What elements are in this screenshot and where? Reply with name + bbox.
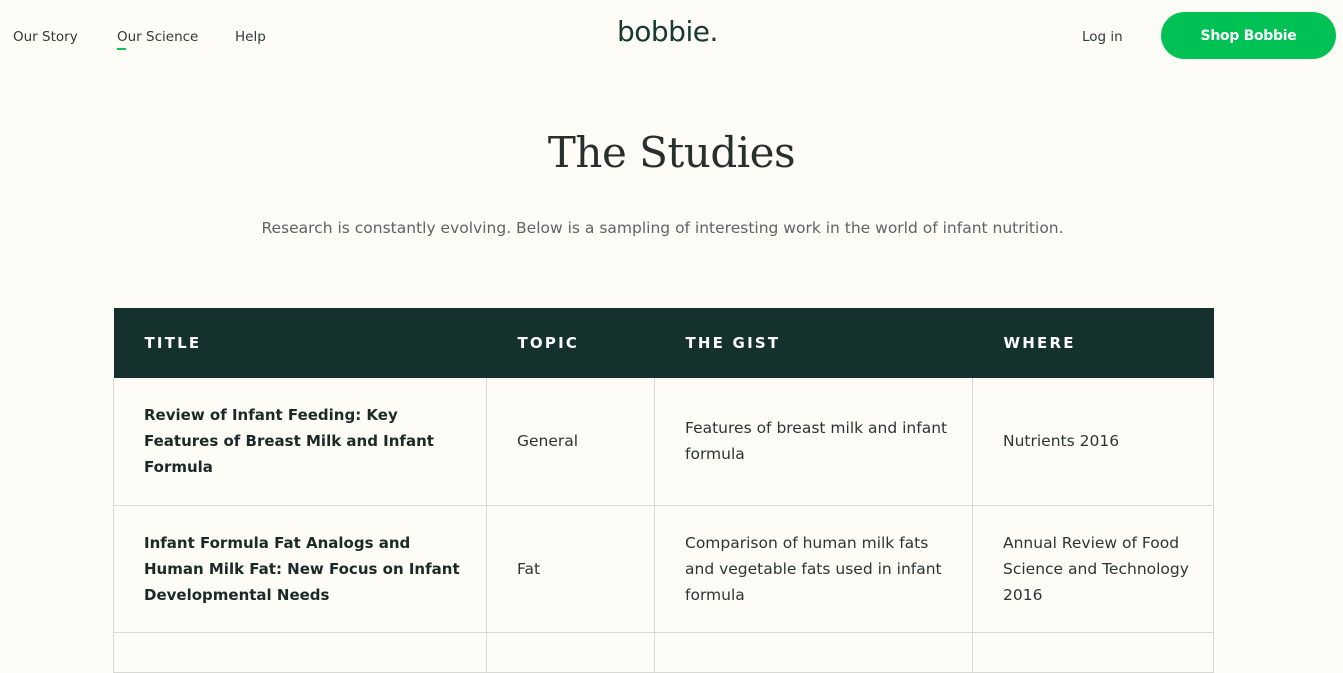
study-gist: Comparison of human milk fats and vegeta… bbox=[654, 505, 973, 633]
nav-link-our-science[interactable]: Our Science bbox=[117, 29, 198, 50]
study-title bbox=[113, 632, 487, 673]
study-gist: Features of breast milk and infant formu… bbox=[654, 378, 973, 506]
login-link[interactable]: Log in bbox=[1082, 29, 1123, 45]
nav-link-help[interactable]: Help bbox=[235, 29, 266, 45]
column-header-where: WHERE bbox=[972, 308, 1214, 378]
page-subtitle: Research is constantly evolving. Below i… bbox=[261, 219, 1064, 237]
table-row bbox=[113, 632, 1214, 673]
logo-text: bobbie bbox=[617, 15, 710, 48]
page-title: The Studies bbox=[547, 128, 796, 177]
table-row: Infant Formula Fat Analogs and Human Mil… bbox=[113, 505, 1214, 633]
table-header: TITLE TOPIC THE GIST WHERE bbox=[113, 308, 1214, 378]
study-where: Nutrients 2016 bbox=[972, 378, 1214, 506]
study-title: Review of Infant Feeding: Key Features o… bbox=[113, 378, 487, 506]
study-where bbox=[972, 632, 1214, 673]
studies-table: TITLE TOPIC THE GIST WHERE Review of Inf… bbox=[113, 308, 1214, 673]
study-gist bbox=[654, 632, 973, 673]
study-where: Annual Review of Food Science and Techno… bbox=[972, 505, 1214, 633]
column-header-title: TITLE bbox=[113, 308, 487, 378]
logo-dot-icon: . bbox=[709, 15, 718, 48]
bobbie-logo[interactable]: bobbie. bbox=[617, 15, 718, 48]
study-topic: General bbox=[486, 378, 655, 506]
study-topic bbox=[486, 632, 655, 673]
table-row: Review of Infant Feeding: Key Features o… bbox=[113, 378, 1214, 506]
study-title: Infant Formula Fat Analogs and Human Mil… bbox=[113, 505, 487, 633]
shop-bobbie-button[interactable]: Shop Bobbie bbox=[1161, 12, 1336, 59]
nav-link-our-story[interactable]: Our Story bbox=[13, 29, 78, 45]
top-navigation: Our Story Our Science Help bobbie. Log i… bbox=[0, 0, 1343, 75]
column-header-gist: THE GIST bbox=[654, 308, 973, 378]
study-topic: Fat bbox=[486, 505, 655, 633]
column-header-topic: TOPIC bbox=[486, 308, 655, 378]
